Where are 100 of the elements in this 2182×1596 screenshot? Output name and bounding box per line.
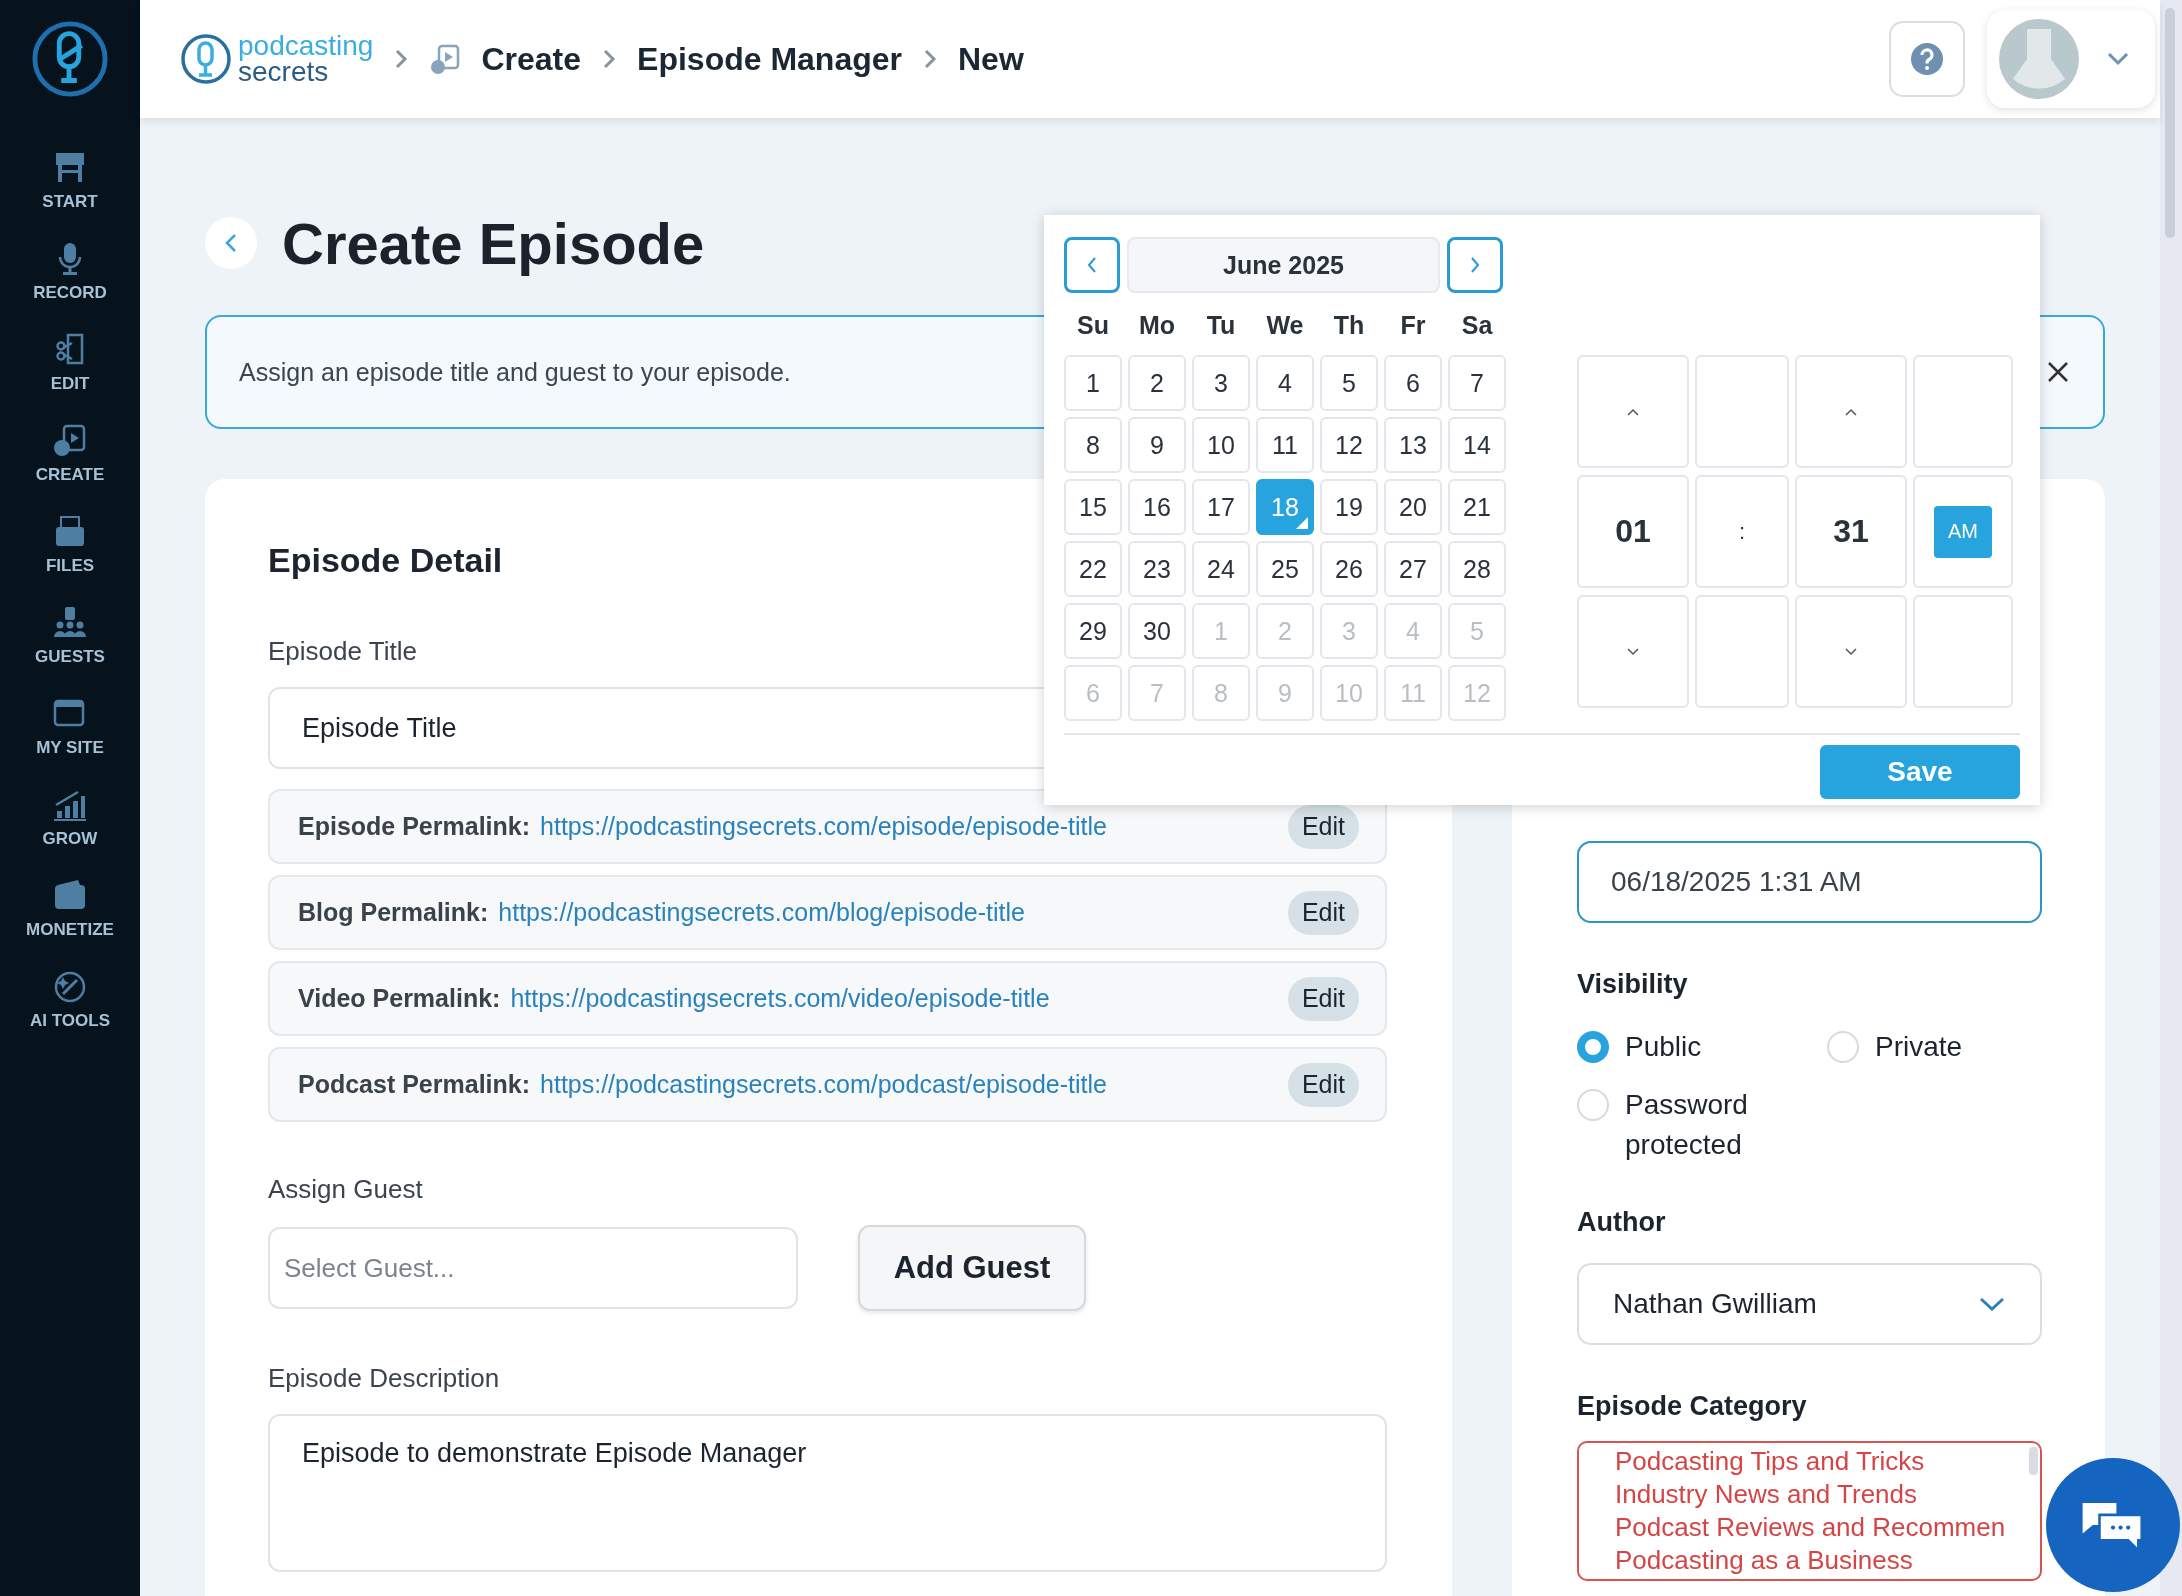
calendar-day[interactable]: 5 [1320, 355, 1378, 411]
guest-select-field[interactable]: Select Guest... [268, 1227, 798, 1309]
sidebar-item[interactable]: GROW [10, 787, 130, 849]
calendar-day[interactable]: 11 [1256, 417, 1314, 473]
calendar-day[interactable]: 28 [1448, 541, 1506, 597]
category-option[interactable]: Podcasting Tips and Tricks [1615, 1445, 1925, 1478]
breadcrumb-link[interactable]: New [958, 40, 1024, 78]
page-title: Create Episode [282, 209, 705, 277]
weekday-label: Fr [1399, 310, 1427, 341]
help-button[interactable] [1889, 21, 1965, 97]
sidebar-item[interactable]: RECORD [10, 241, 130, 303]
sidebar-item[interactable]: GUESTS [10, 605, 130, 667]
next-month-button[interactable] [1447, 237, 1503, 293]
permalink-label: Video Permalink: [298, 984, 501, 1013]
edit-button[interactable]: Edit [1287, 976, 1359, 1021]
weekday-label: We [1265, 310, 1305, 341]
calendar-day[interactable]: 13 [1384, 417, 1442, 473]
category-option[interactable]: Podcast Reviews and Recommen [1615, 1511, 2006, 1544]
visibility-radio[interactable]: Password protected [1577, 1089, 1827, 1165]
permalink-link[interactable]: https://podcastingsecrets.com/video/episode-title [510, 984, 1288, 1013]
calendar-day[interactable]: 2 [1128, 355, 1186, 411]
play-file-icon [429, 43, 462, 75]
field-label: Author [1577, 1207, 1666, 1238]
calendar-day[interactable]: 7 [1448, 355, 1506, 411]
logo-icon[interactable] [31, 20, 109, 98]
category-option[interactable]: Industry News and Trends [1615, 1478, 1918, 1511]
minute-value[interactable]: 31 [1833, 513, 1869, 550]
calendar-day[interactable]: 12 [1320, 417, 1378, 473]
visibility-radio[interactable]: Public [1577, 1031, 1827, 1067]
scrollbar[interactable] [2029, 1447, 2038, 1475]
permalink-label: Blog Permalink: [298, 898, 489, 927]
time-separator: : [1738, 518, 1746, 545]
calendar-day[interactable]: 21 [1448, 479, 1506, 535]
calendar-day[interactable]: 10 [1192, 417, 1250, 473]
calendar-day[interactable]: 14 [1448, 417, 1506, 473]
user-menu-button[interactable] [1987, 10, 2155, 108]
hour-value[interactable]: 01 [1615, 513, 1651, 550]
chevron-down-icon [1844, 647, 1858, 656]
chevron-up-icon [1626, 407, 1640, 416]
logo-icon[interactable] [180, 33, 232, 85]
sidebar-item[interactable]: FILES [10, 514, 130, 576]
sidebar-item[interactable]: AI TOOLS [10, 969, 130, 1031]
calendar-day[interactable]: 15 [1064, 479, 1122, 535]
date-input-field[interactable]: 06/18/2025 1:31 AM [1577, 841, 2042, 923]
chevron-right-icon [922, 48, 938, 70]
field-label: Episode Description [268, 1363, 500, 1394]
weekday-label: Th [1332, 310, 1366, 341]
calendar-day[interactable]: 16 [1128, 479, 1186, 535]
create-icon [52, 423, 88, 459]
calendar-day[interactable]: 19 [1320, 479, 1378, 535]
field-label: Episode Title [268, 636, 417, 667]
logo-text[interactable]: podcasting secrets [238, 33, 374, 85]
chevron-down-icon [2107, 52, 2129, 66]
sidebar-item[interactable]: EDIT [10, 332, 130, 394]
breadcrumb-link[interactable]: Episode Manager [637, 40, 902, 78]
calendar-day[interactable]: 30 [1128, 603, 1186, 659]
calendar-day[interactable]: 29 [1064, 603, 1122, 659]
calendar-day[interactable]: 23 [1128, 541, 1186, 597]
weekday-label: Mo [1137, 310, 1177, 341]
breadcrumb-link[interactable]: Create [481, 40, 582, 78]
chevron-right-icon [1469, 256, 1481, 274]
scrollbar[interactable] [2160, 0, 2182, 1596]
sidebar-item[interactable]: MY SITE [10, 696, 130, 758]
calendar-day[interactable]: 9 [1128, 417, 1186, 473]
previous-month-button[interactable] [1064, 237, 1120, 293]
calendar-day[interactable]: 25 [1256, 541, 1314, 597]
calendar-day[interactable]: 20 [1384, 479, 1442, 535]
author-select[interactable]: Nathan Gwilliam [1577, 1263, 2042, 1345]
sidebar-item[interactable]: MONETIZE [10, 878, 130, 940]
calendar-day[interactable]: 17 [1192, 479, 1250, 535]
description-field[interactable]: Episode to demonstrate Episode Manager [268, 1414, 1387, 1572]
help-icon [1910, 42, 1944, 76]
field-label: Assign Guest [268, 1174, 423, 1205]
permalink-link[interactable]: https://podcastingsecrets.com/podcast/episode-title [540, 1070, 1288, 1099]
calendar-day[interactable]: 4 [1256, 355, 1314, 411]
edit-button[interactable]: Edit [1287, 1062, 1359, 1107]
visibility-radio[interactable]: Private [1827, 1031, 2042, 1067]
edit-button[interactable]: Edit [1287, 804, 1359, 849]
chevron-down-icon [1626, 647, 1640, 656]
calendar-day[interactable]: 8 [1064, 417, 1122, 473]
permalink-link[interactable]: https://podcastingsecrets.com/blog/episode-title [498, 898, 1288, 927]
calendar-day[interactable]: 6 [1384, 355, 1442, 411]
add-guest-button[interactable]: Add Guest [858, 1225, 1086, 1311]
category-option[interactable]: Podcasting as a Business [1615, 1544, 1913, 1577]
permalink-link[interactable]: https://podcastingsecrets.com/episode/episode-title [540, 812, 1288, 841]
calendar-day[interactable]: 24 [1192, 541, 1250, 597]
sidebar-item[interactable]: START [10, 150, 130, 212]
weekday-label: Sa [1460, 310, 1494, 341]
calendar-day[interactable]: 26 [1320, 541, 1378, 597]
category-listbox[interactable]: Podcasting Tips and Tricks Industry News and Trends Podcast Reviews and Recommen Podcasting as a Business [1577, 1441, 2042, 1581]
chevron-left-icon [1086, 256, 1098, 274]
field-label: Visibility [1577, 969, 1688, 1000]
calendar-day[interactable]: 27 [1384, 541, 1442, 597]
calendar-day[interactable]: 1 [1064, 355, 1122, 411]
chevron-right-icon [601, 48, 618, 70]
edit-button[interactable]: Edit [1287, 890, 1359, 935]
calendar-day[interactable]: 3 [1192, 355, 1250, 411]
chevron-left-icon [224, 233, 238, 253]
sidebar-item[interactable]: CREATE [10, 423, 130, 485]
calendar-day[interactable]: 22 [1064, 541, 1122, 597]
